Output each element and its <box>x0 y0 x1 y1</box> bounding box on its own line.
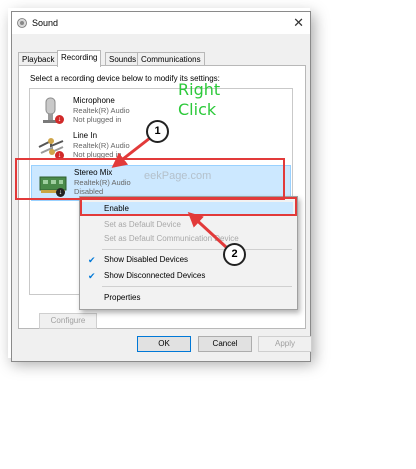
title-bar: Sound ✕ <box>12 12 310 34</box>
device-name: Line In <box>73 131 98 140</box>
not-plugged-badge-icon: ↓ <box>55 115 64 124</box>
device-status: Not plugged in <box>73 150 122 159</box>
menu-item-enable[interactable]: Enable <box>82 202 293 216</box>
step-2-badge: 2 <box>223 243 246 266</box>
menu-item-show-disabled[interactable]: ✔ Show Disabled Devices <box>82 253 293 267</box>
menu-item-label: Enable <box>104 204 129 213</box>
window-title: Sound <box>32 18 59 28</box>
device-status: Not plugged in <box>73 115 122 124</box>
configure-button[interactable]: Configure <box>39 313 97 329</box>
context-menu: Enable Set as Default Device Set as Defa… <box>79 196 298 310</box>
disabled-badge-icon: ↓ <box>56 188 65 197</box>
device-name: Stereo Mix <box>74 168 113 177</box>
menu-item-label: Set as Default Communication Device <box>104 234 239 243</box>
watermark: eekPage.com <box>144 170 212 182</box>
not-plugged-badge-icon: ↓ <box>55 151 64 160</box>
speaker-icon <box>17 18 27 28</box>
apply-button[interactable]: Apply <box>258 336 312 352</box>
menu-item-label: Set as Default Device <box>104 220 181 229</box>
menu-item-label: Show Disconnected Devices <box>104 271 206 280</box>
tab-recording[interactable]: Recording <box>57 50 102 67</box>
step-1-badge: 1 <box>146 120 169 143</box>
ok-button[interactable]: OK <box>137 336 191 352</box>
tab-communications[interactable]: Communications <box>137 52 205 66</box>
menu-item-properties[interactable]: Properties <box>82 291 293 305</box>
device-driver: Realtek(R) Audio <box>73 141 130 150</box>
menu-item-label: Show Disabled Devices <box>104 255 189 264</box>
device-driver: Realtek(R) Audio <box>73 106 130 115</box>
menu-item-label: Properties <box>104 293 141 302</box>
cancel-button[interactable]: Cancel <box>198 336 252 352</box>
menu-item-show-disconnected[interactable]: ✔ Show Disconnected Devices <box>82 269 293 283</box>
close-icon[interactable]: ✕ <box>293 15 304 31</box>
tab-playback[interactable]: Playback <box>18 52 59 66</box>
menu-separator <box>102 286 292 287</box>
checkmark-icon: ✔ <box>88 255 96 265</box>
device-name: Microphone <box>73 96 115 105</box>
menu-item-set-default-device[interactable]: Set as Default Device <box>82 218 293 232</box>
tab-sounds[interactable]: Sounds <box>105 52 141 66</box>
menu-separator <box>102 249 292 250</box>
menu-item-set-default-communication[interactable]: Set as Default Communication Device <box>82 232 293 246</box>
right-click-annotation: Right Click <box>178 80 221 119</box>
device-driver: Realtek(R) Audio <box>74 178 131 187</box>
device-status: Disabled <box>74 187 104 196</box>
checkmark-icon: ✔ <box>88 271 96 281</box>
